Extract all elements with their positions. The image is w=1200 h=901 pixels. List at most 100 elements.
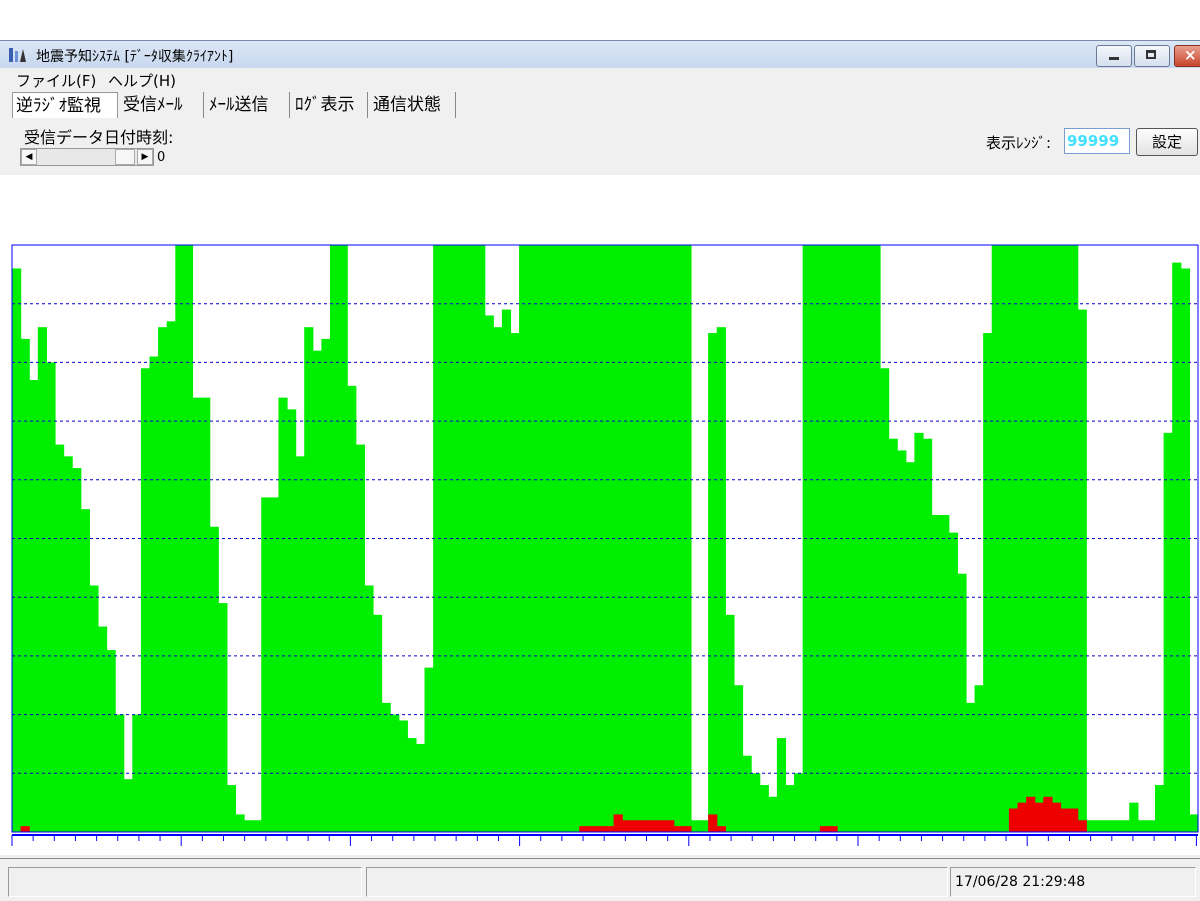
signal-bar-red (673, 826, 683, 832)
signal-bar-red (1034, 802, 1044, 832)
maximize-button[interactable] (1134, 45, 1170, 67)
menu-file[interactable]: ファイル(F) (16, 70, 96, 91)
x-tick-label: 17/06/22 (12, 853, 70, 855)
signal-bar (312, 350, 322, 832)
signal-bar-red (20, 826, 30, 832)
signal-bar-red (1043, 796, 1053, 832)
app-window: 地震予知ｼｽﾃﾑ [ﾃﾞｰﾀ収集ｸﾗｲｱﾝﾄ] × ファイル(F) ヘルプ(H)… (0, 40, 1200, 901)
signal-bar (733, 685, 744, 832)
signal-bar-red (622, 820, 632, 832)
tab-log-view[interactable]: ﾛｸﾞ表示 (292, 92, 368, 118)
signal-bar (965, 702, 976, 832)
signal-bar (192, 397, 202, 832)
signal-bar-red (682, 826, 692, 832)
title-bar[interactable]: 地震予知ｼｽﾃﾑ [ﾃﾞｰﾀ収集ｸﾗｲｱﾝﾄ] × (0, 40, 1200, 69)
scroll-thumb[interactable] (115, 149, 135, 165)
signal-bar (106, 650, 116, 832)
scroll-right-icon[interactable]: ▶ (137, 149, 153, 165)
signal-bar (1077, 309, 1087, 832)
signal-bar (725, 614, 735, 832)
x-tick-label: 17/06/26 (689, 853, 747, 855)
signal-bar (201, 397, 211, 832)
signal-bar (501, 309, 512, 832)
signal-bar (415, 743, 426, 832)
set-button[interactable]: 設定 (1136, 128, 1198, 156)
signal-bar (716, 327, 726, 832)
signal-bar (269, 497, 280, 832)
signal-bar (880, 368, 890, 832)
signal-bar (742, 755, 752, 832)
signal-bar (905, 462, 915, 832)
signal-bar (80, 509, 90, 832)
signal-bar-red (647, 820, 658, 832)
signal-bar (149, 356, 159, 832)
signal-bar (347, 385, 357, 832)
x-tick-label: 17/06/25 (520, 853, 578, 855)
signal-bar-red (665, 820, 675, 832)
signal-bar (759, 785, 769, 832)
app-icon[interactable] (8, 45, 28, 65)
signal-bar (1189, 814, 1199, 832)
status-bar: 17/06/28 21:29:48 (0, 858, 1200, 901)
display-range-input[interactable]: 99999 (1064, 128, 1130, 154)
signal-bar (1172, 262, 1182, 832)
signal-bar (1103, 820, 1113, 832)
signal-bar-red (656, 820, 666, 832)
signal-bar (398, 720, 408, 832)
window-title: 地震予知ｼｽﾃﾑ [ﾃﾞｰﾀ収集ｸﾗｲｱﾝﾄ] (36, 49, 234, 65)
signal-bar (957, 573, 967, 832)
signal-bar (295, 456, 305, 832)
signal-bar (1163, 432, 1173, 832)
signal-bar (1094, 820, 1105, 832)
menu-bar: ファイル(F) ヘルプ(H) (0, 68, 1200, 90)
scroll-value: 0 (157, 150, 166, 165)
signal-bar (424, 667, 434, 832)
close-icon: × (1184, 46, 1197, 64)
signal-bar (974, 685, 984, 832)
scroll-left-icon[interactable]: ◀ (21, 149, 37, 165)
signal-bar (244, 820, 254, 832)
tab-comm-status[interactable]: 通信状態 (370, 92, 456, 118)
display-range-label: 表示ﾚﾝｼﾞ: (986, 134, 1052, 152)
signal-bar (54, 444, 65, 832)
signal-bar (89, 585, 99, 832)
x-tick-label: 17/06/27 (858, 853, 916, 855)
signal-bar-red (596, 826, 606, 832)
signal-bar (1137, 820, 1148, 832)
signal-bar-red (1077, 820, 1087, 832)
signal-bar (226, 785, 237, 832)
signal-bar (484, 315, 494, 832)
menu-help[interactable]: ヘルプ(H) (108, 70, 176, 91)
minimize-button[interactable] (1096, 45, 1132, 67)
signal-bar-red (1069, 808, 1079, 832)
signal-bar (940, 515, 950, 832)
signal-bar-red (1051, 802, 1062, 832)
signal-bar (37, 327, 47, 832)
tab-reverse-radio-monitor[interactable]: 逆ﾗｼﾞｵ監視 (12, 92, 118, 118)
signal-bar (1112, 820, 1122, 832)
status-panel-2 (366, 867, 948, 897)
signal-bar (983, 333, 993, 832)
tab-send-mail[interactable]: ﾒｰﾙ送信 (206, 92, 290, 118)
signal-bar (699, 820, 709, 832)
signal-bar (794, 773, 804, 832)
signal-bar-red (708, 814, 718, 832)
signal-bar (948, 532, 958, 832)
signal-bar (304, 327, 314, 832)
signal-bar (209, 526, 219, 832)
signal-bar-red (587, 826, 598, 832)
status-panel-1 (8, 867, 362, 897)
signal-bar (364, 585, 374, 832)
date-scrollbar[interactable]: ◀ ▶ (20, 148, 154, 166)
tab-received-mail[interactable]: 受信ﾒｰﾙ (120, 92, 204, 118)
signal-bar (63, 456, 73, 832)
x-tick-label: 17/06/23 (181, 853, 239, 855)
x-tick-label: 17/06/28 (1027, 853, 1085, 855)
signal-bar-red (1060, 808, 1070, 832)
signal-bar-red (579, 826, 589, 832)
signal-bar (29, 380, 39, 832)
signal-bar (235, 814, 245, 832)
signal-bar (166, 321, 176, 832)
maximize-icon (1146, 50, 1156, 59)
close-button[interactable]: × (1174, 45, 1200, 67)
